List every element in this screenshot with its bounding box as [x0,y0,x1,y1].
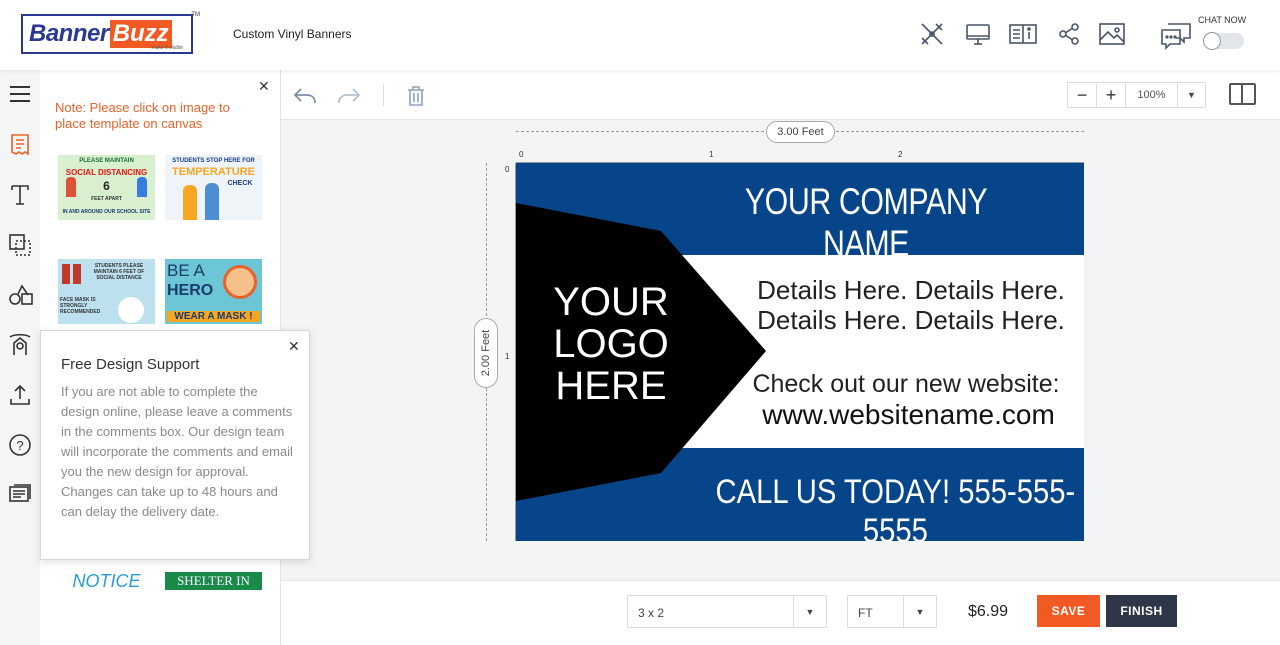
toggle-panel-icon[interactable] [1229,83,1256,105]
support-title: Free Design Support [61,356,200,373]
student-figure [73,264,81,284]
desktop-preview-icon[interactable] [964,20,992,48]
template-text: SHELTER IN [177,573,250,588]
template-text: TEMPERATURE [172,166,255,178]
help-icon[interactable]: ? [8,433,32,457]
template-thumbnail[interactable]: STUDENTS STOP HERE FOR TEMPERATURE CHECK [165,155,262,220]
company-name-text[interactable]: YOUR COMPANY NAME [702,181,1030,265]
page-title: Custom Vinyl Banners [233,27,352,41]
logo-trademark: TM [191,12,200,18]
website-url-text[interactable]: www.websitename.com [736,399,1081,431]
design-tools-icon[interactable] [918,20,946,48]
template-text: PLEASE MAINTAIN [79,158,134,164]
clipart-icon[interactable] [8,283,33,307]
ruler-tick: 0 [505,165,510,174]
template-text: HERO [167,282,214,299]
share-icon[interactable] [1055,20,1083,48]
zoom-control: − + 100% ▼ [1067,82,1206,108]
template-text: BE A [167,261,205,280]
book-info-icon[interactable] [1008,20,1037,48]
template-text: FACE MASK IS STRONGLY RECOMMENDED [60,297,101,315]
image-icon[interactable] [1098,20,1126,48]
details-text[interactable]: Details Here. Details Here. Details Here… [746,275,1076,335]
chat-now-toggle[interactable] [1203,32,1244,50]
svg-text:?: ? [16,438,23,453]
template-thumbnail[interactable]: BE A HERO WEAR A MASK ! [165,259,262,324]
comments-icon[interactable] [8,483,32,507]
delete-icon[interactable] [402,82,430,110]
left-tool-rail: ? [0,70,40,645]
template-text: STUDENTS STOP HERE FOR [172,158,255,164]
top-ruler: 0 1 2 [516,148,1084,163]
zoom-value[interactable]: 100% [1126,83,1178,107]
left-ruler: 0 1 [501,163,516,541]
student-figure [137,177,147,197]
redo-icon[interactable] [335,81,363,109]
upload-icon[interactable] [8,383,32,407]
call-us-text[interactable]: CALL US TODAY! 555-555-5555 [715,473,1076,541]
chat-now-label: CHAT NOW [1198,15,1247,25]
unit-select-value: FT [858,606,873,620]
bannerbuzz-logo[interactable]: Banner Buzz make it visible TM [21,12,200,54]
website-prompt-text[interactable]: Check out our new website: [736,370,1076,399]
template-text: STUDENTS PLEASE MAINTAIN 6 FEET OF SOCIA… [93,263,145,281]
height-dimension-text: 2.00 Feet [480,329,493,377]
support-body: If you are not able to complete the desi… [61,384,293,519]
panel-note: Note: Please click on image to place tem… [55,100,230,131]
student-figure [62,264,70,284]
zoom-in-button[interactable]: + [1097,83,1126,107]
shapes-icon[interactable] [8,233,32,257]
template-text: SOCIAL DISTANCING [65,168,148,177]
template-thumbnail[interactable]: PLEASE MAINTAIN SOCIAL DISTANCING 6 FEET… [58,155,155,220]
chat-icon[interactable] [1160,20,1194,50]
save-button[interactable]: SAVE [1037,595,1100,627]
top-header: Banner Buzz make it visible TM Custom Vin… [0,0,1280,70]
template-text: NOTICE [72,571,141,590]
banner-canvas[interactable]: YOUR COMPANY NAME YOUR LOGO HERE Details… [516,163,1084,541]
logo-text-banner: Banner [29,20,109,47]
finish-button[interactable]: FINISH [1106,595,1177,627]
chevron-down-icon[interactable]: ▼ [903,596,936,627]
template-thumbnail[interactable]: STUDENTS PLEASE MAINTAIN 6 FEET OF SOCIA… [58,259,155,324]
ruler-tick: 0 [519,150,524,159]
width-dimension-label: 3.00 Feet [766,121,835,143]
menu-icon[interactable] [8,82,32,106]
hero-face-graphic [223,265,257,299]
chevron-down-icon[interactable]: ▼ [1178,83,1205,107]
unit-select[interactable]: FT ▼ [847,595,937,628]
design-support-popup: ✕ Free Design Support If you are not abl… [40,330,310,560]
size-select[interactable]: 3 x 2 ▼ [627,595,827,628]
student-figure [66,177,76,197]
undo-icon[interactable] [291,81,319,109]
face-mask-graphic [118,297,144,323]
templates-icon[interactable] [8,133,32,157]
template-thumbnail[interactable]: NOTICE [58,570,155,590]
price-label: $6.99 [968,603,1009,620]
ruler-tick: 2 [898,150,903,159]
template-text: WEAR A MASK ! [167,311,260,322]
text-icon[interactable] [8,183,32,207]
zoom-out-button[interactable]: − [1068,83,1097,107]
toolbar-divider [383,84,384,106]
logo-placeholder-text[interactable]: YOUR LOGO HERE [546,281,676,407]
close-icon[interactable]: ✕ [258,78,270,95]
template-text: CHECK [227,180,253,187]
logo-tagline: make it visible [151,45,183,51]
close-icon[interactable]: ✕ [288,338,300,355]
chevron-down-icon[interactable]: ▼ [793,596,826,627]
ruler-tick: 1 [709,150,714,159]
toggle-knob [1203,32,1221,50]
template-text: IN AND AROUND OUR SCHOOL SITE [62,209,151,215]
student-figure [183,185,197,220]
logo-text-buzz: Buzz [109,20,172,48]
background-icon[interactable] [8,333,32,357]
student-figure [205,183,219,220]
height-dimension-label: 2.00 Feet [474,318,498,388]
size-select-value: 3 x 2 [638,606,665,620]
template-thumbnail[interactable]: SHELTER IN [165,572,262,590]
ruler-tick: 1 [505,352,510,361]
